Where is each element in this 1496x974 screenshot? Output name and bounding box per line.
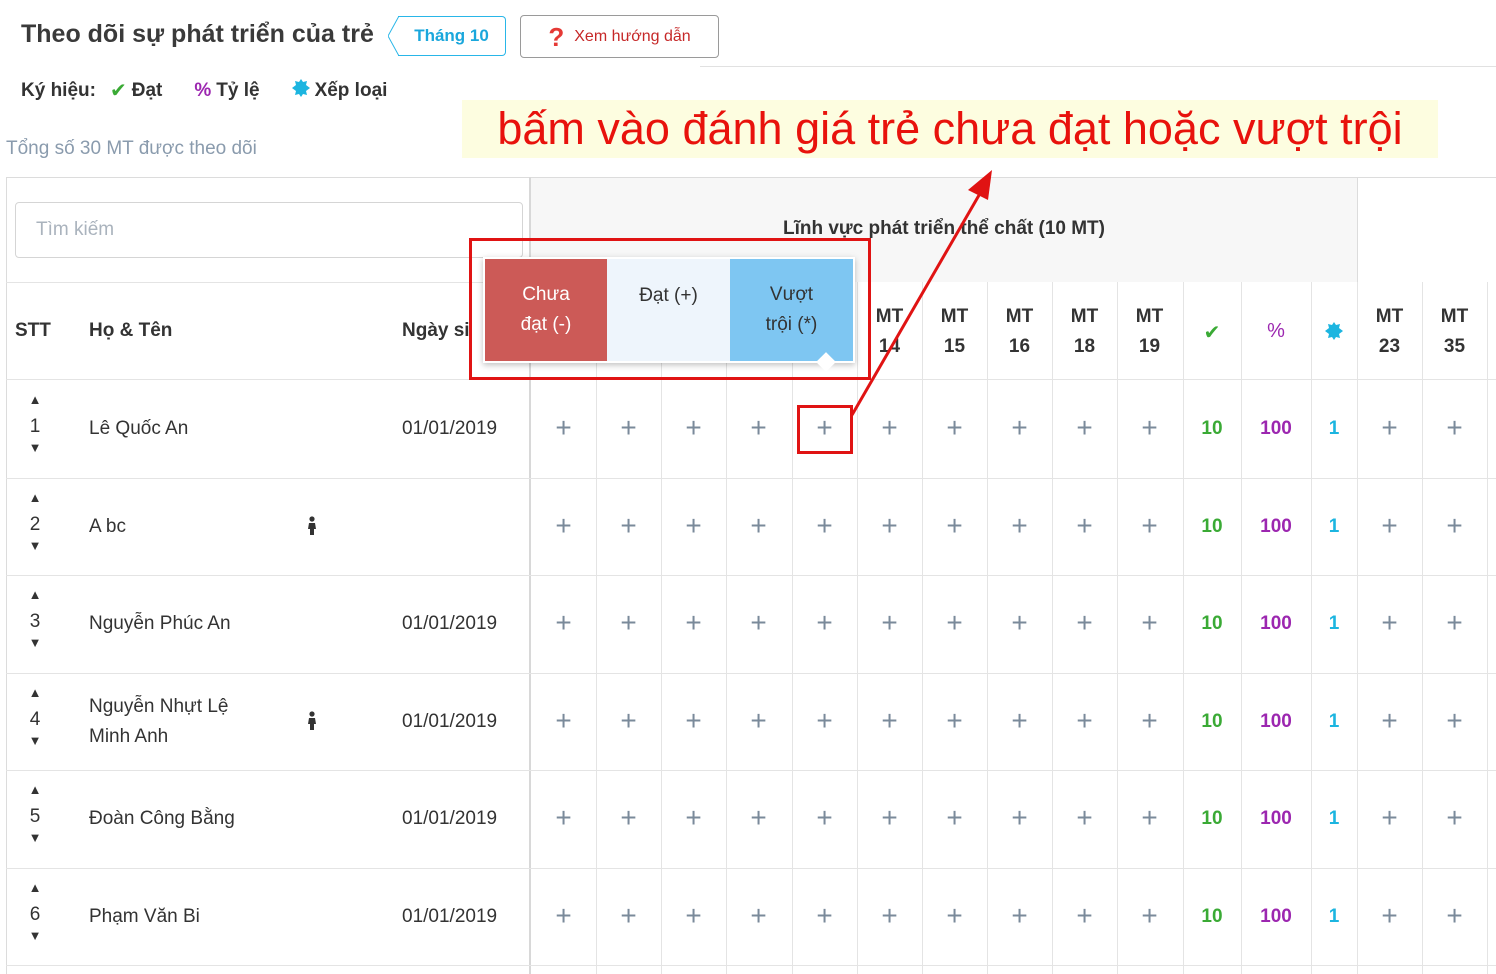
annotation-arrow (850, 170, 992, 416)
